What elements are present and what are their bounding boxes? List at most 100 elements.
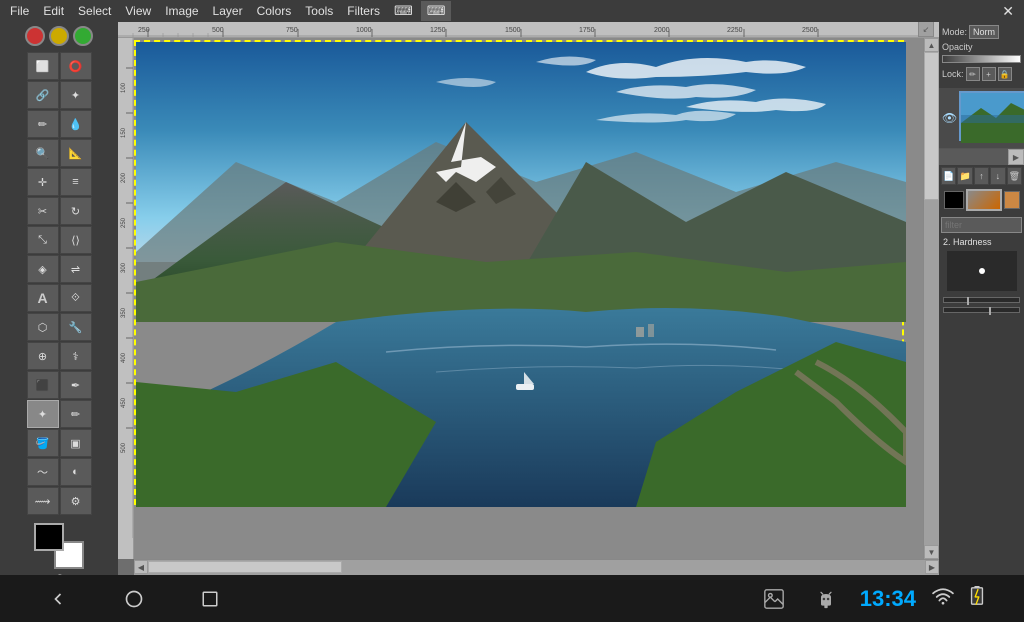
mode-dropdown[interactable]: Norm — [969, 25, 999, 39]
menu-filters[interactable]: Filters — [341, 2, 386, 20]
menu-colors[interactable]: Colors — [251, 2, 298, 20]
filter-input[interactable] — [941, 217, 1022, 233]
tool-align[interactable]: ≡ — [60, 168, 92, 196]
menu-image[interactable]: Image — [159, 2, 204, 20]
svg-text:350: 350 — [121, 307, 127, 318]
tool-airbrush[interactable]: ✦ — [27, 400, 59, 428]
tool-crop[interactable]: ✂ — [27, 197, 59, 225]
logo-red — [25, 26, 45, 46]
close-button[interactable]: ✕ — [996, 3, 1020, 20]
tool-ink[interactable]: ✏ — [60, 400, 92, 428]
tool-clone[interactable]: ⊕ — [27, 342, 59, 370]
tool-flip[interactable]: ⇌ — [60, 255, 92, 283]
tool-script[interactable]: 🔧 — [60, 313, 92, 341]
scroll-left-btn[interactable]: ◀ — [134, 560, 148, 574]
tool-options[interactable]: ⚙ — [60, 487, 92, 515]
gimp-area: ⬜ ⭕ 🔗 ✦ ✏ 💧 🔍 📐 ✛ ≡ ✂ ↻ ⤡ ⟨⟩ ◈ ⇌ A ⟐ ⬡ 🔧 — [0, 22, 1024, 575]
svg-text:200: 200 — [121, 172, 127, 183]
slider-thumb — [967, 297, 969, 305]
tool-transform[interactable]: ⟐ — [60, 284, 92, 312]
android-button[interactable] — [808, 581, 844, 617]
tool-dodge[interactable]: ◐ — [60, 458, 92, 486]
tool-eraser[interactable]: ⬛ — [27, 371, 59, 399]
ruler-corner[interactable]: ↙ — [918, 22, 934, 37]
tool-blend[interactable]: ▣ — [60, 429, 92, 457]
opacity-slider[interactable] — [942, 55, 1021, 63]
menu-file[interactable]: File — [4, 2, 35, 20]
tool-warp[interactable]: ⟿ — [27, 487, 59, 515]
tool-ellipse-select[interactable]: ⭕ — [60, 52, 92, 80]
scroll-right-btn[interactable]: ▶ — [925, 560, 939, 574]
tool-smudge[interactable]: 〜 — [27, 458, 59, 486]
brush-thumbnail — [947, 251, 1017, 291]
new-layer-btn[interactable]: 📄 — [941, 167, 956, 185]
color-reset-icon[interactable]: ⟲ — [55, 573, 63, 575]
svg-text:450: 450 — [121, 397, 127, 408]
chip-orange[interactable] — [966, 189, 1002, 211]
tool-text[interactable]: A — [27, 284, 59, 312]
tool-paint[interactable]: ✏ — [27, 110, 59, 138]
brush-preview-dot — [979, 268, 985, 274]
tool-perspective[interactable]: ◈ — [27, 255, 59, 283]
back-button[interactable] — [40, 581, 76, 617]
layer-scroll-btn[interactable]: ▶ — [1008, 149, 1024, 165]
canvas-area[interactable]: ▲ ▼ — [134, 38, 939, 559]
menu-bar: File Edit Select View Image Layer Colors… — [0, 0, 1024, 22]
scroll-down-btn[interactable]: ▼ — [924, 545, 939, 559]
horizontal-scrollbar[interactable]: ◀ ▶ — [134, 559, 939, 575]
keyboard2-icon[interactable]: ⌨ — [421, 1, 452, 21]
svg-text:750: 750 — [286, 27, 298, 34]
lower-layer-btn[interactable]: ↓ — [990, 167, 1005, 185]
tool-fuzzy-select[interactable]: ✦ — [60, 81, 92, 109]
layer-scroll[interactable]: ▶ — [939, 149, 1024, 165]
brush-opacity-slider[interactable] — [943, 307, 1020, 313]
logo-yellow — [49, 26, 69, 46]
home-button[interactable] — [116, 581, 152, 617]
svg-text:2250: 2250 — [727, 27, 743, 34]
scroll-up-btn[interactable]: ▲ — [924, 38, 939, 52]
svg-text:2000: 2000 — [654, 27, 670, 34]
keyboard-icon[interactable]: ⌨ — [388, 1, 419, 21]
tool-measure[interactable]: 📐 — [60, 139, 92, 167]
raise-layer-btn[interactable]: ↑ — [974, 167, 989, 185]
tool-paths[interactable]: ⬡ — [27, 313, 59, 341]
toolbox: ⬜ ⭕ 🔗 ✦ ✏ 💧 🔍 📐 ✛ ≡ ✂ ↻ ⤡ ⟨⟩ ◈ ⇌ A ⟐ ⬡ 🔧 — [0, 22, 118, 575]
tool-rect-select[interactable]: ⬜ — [27, 52, 59, 80]
foreground-color[interactable] — [34, 523, 64, 551]
lock-all-btn[interactable]: 🔒 — [998, 67, 1012, 81]
menu-view[interactable]: View — [119, 2, 157, 20]
tool-move[interactable]: ✛ — [27, 168, 59, 196]
tool-shear[interactable]: ⟨⟩ — [60, 226, 92, 254]
chip-extra[interactable] — [1004, 191, 1020, 209]
battery-icon — [970, 586, 984, 611]
svg-text:400: 400 — [121, 352, 127, 363]
menu-tools[interactable]: Tools — [299, 2, 339, 20]
tool-rotate[interactable]: ↻ — [60, 197, 92, 225]
vertical-scrollbar[interactable]: ▲ ▼ — [923, 38, 939, 559]
delete-layer-btn[interactable]: 🗑 — [1007, 167, 1022, 185]
chip-black[interactable] — [944, 191, 964, 209]
tool-scale[interactable]: ⤡ — [27, 226, 59, 254]
gallery-button[interactable] — [756, 581, 792, 617]
lock-position-btn[interactable]: + — [982, 67, 996, 81]
svg-text:1250: 1250 — [430, 27, 446, 34]
menu-select[interactable]: Select — [72, 2, 117, 20]
right-panel: Mode: Norm Opacity Lock: ✏ + 🔒 👁 — [939, 22, 1024, 575]
brush-size-slider[interactable] — [943, 297, 1020, 303]
lock-pixels-btn[interactable]: ✏ — [966, 67, 980, 81]
tool-heal[interactable]: ⚕ — [60, 342, 92, 370]
recents-button[interactable] — [192, 581, 228, 617]
tool-pencil[interactable]: ✒ — [60, 371, 92, 399]
svg-text:150: 150 — [121, 127, 127, 138]
menu-layer[interactable]: Layer — [207, 2, 249, 20]
menu-edit[interactable]: Edit — [37, 2, 70, 20]
scroll-thumb[interactable] — [924, 52, 939, 200]
layer-folder-btn[interactable]: 📁 — [957, 167, 972, 185]
svg-text:1500: 1500 — [505, 27, 521, 34]
hscroll-thumb[interactable] — [148, 561, 342, 573]
tool-bucket[interactable]: 🪣 — [27, 429, 59, 457]
tool-free-select[interactable]: 🔗 — [27, 81, 59, 109]
tool-color-picker[interactable]: 💧 — [60, 110, 92, 138]
layer-visibility-icon[interactable]: 👁 — [942, 111, 957, 125]
tool-zoom[interactable]: 🔍 — [27, 139, 59, 167]
